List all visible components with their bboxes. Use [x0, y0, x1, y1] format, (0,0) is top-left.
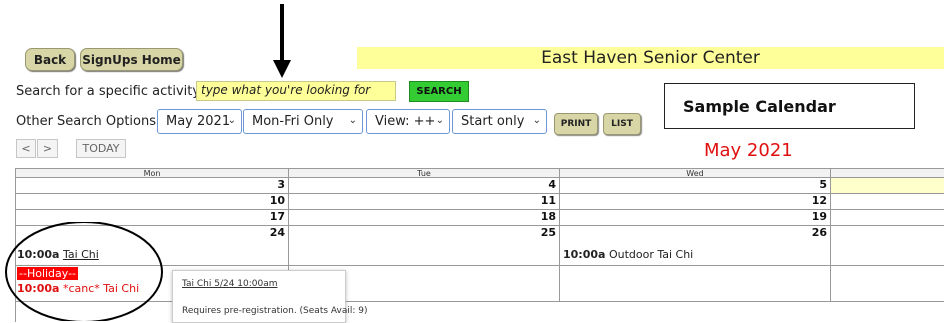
day-cell[interactable]: 5	[560, 178, 831, 194]
chevron-down-icon: ⌄	[532, 115, 541, 126]
today-button[interactable]: TODAY	[76, 139, 126, 158]
day-cell[interactable]	[831, 194, 944, 210]
day-cell[interactable]: 25	[289, 226, 560, 266]
day-cell[interactable]: 18	[289, 210, 560, 226]
event-tooltip: Tai Chi 5/24 10:00am Requires pre-regist…	[172, 270, 368, 323]
day-cell[interactable]: 11	[289, 194, 560, 210]
day-cell[interactable]: 3	[16, 178, 289, 194]
event-outdoor-tai-chi[interactable]: 10:00a Outdoor Tai Chi	[563, 248, 693, 261]
day-cell-today[interactable]	[831, 178, 944, 194]
day-cell[interactable]: 19	[560, 210, 831, 226]
view-select-value: View: ++	[375, 114, 436, 129]
day-cell[interactable]: 12	[560, 194, 831, 210]
print-button[interactable]: PRINT	[554, 113, 598, 135]
sample-calendar-annotation: Sample Calendar	[664, 83, 915, 129]
back-button[interactable]: Back	[25, 48, 75, 71]
header-thu	[831, 169, 944, 178]
header-tue: Tue	[289, 169, 560, 178]
header-wed: Wed	[560, 169, 831, 178]
days-select[interactable]: Mon-Fri Only ⌄	[243, 109, 363, 134]
view-select[interactable]: View: ++ ⌄	[366, 109, 450, 134]
time-select-value: Start only	[461, 114, 525, 129]
search-label: Search for a specific activity:	[16, 84, 204, 99]
time-select[interactable]: Start only ⌄	[452, 109, 547, 134]
month-select[interactable]: May 2021 ⌄	[157, 109, 242, 134]
header-mon: Mon	[16, 169, 289, 178]
event-title[interactable]: Outdoor Tai Chi	[609, 248, 693, 261]
month-select-value: May 2021	[166, 114, 231, 129]
day-cell[interactable]: 4	[289, 178, 560, 194]
day-cell[interactable]: 10	[16, 194, 289, 210]
search-button[interactable]: SEARCH	[409, 81, 469, 102]
tooltip-title[interactable]: Tai Chi 5/24 10:00am	[182, 279, 278, 289]
down-arrow-annotation	[273, 4, 291, 78]
list-button[interactable]: LIST	[603, 113, 641, 135]
month-title: May 2021	[704, 140, 793, 161]
center-name-banner: East Haven Senior Center	[357, 47, 944, 69]
next-month-button[interactable]: >	[37, 139, 58, 158]
day-cell[interactable]	[831, 210, 944, 226]
day-cell[interactable]	[831, 226, 944, 266]
prev-month-button[interactable]: <	[16, 139, 36, 158]
tooltip-body: Requires pre-registration. (Seats Avail:…	[182, 306, 368, 316]
chevron-down-icon: ⌄	[435, 115, 444, 126]
day-cell[interactable]	[831, 266, 944, 302]
event-time: 10:00a	[563, 248, 606, 261]
signups-home-button[interactable]: SignUps Home	[80, 48, 183, 71]
other-options-label: Other Search Options:	[16, 114, 161, 129]
day-cell[interactable]	[560, 266, 831, 302]
chevron-down-icon: ⌄	[348, 115, 357, 126]
search-input[interactable]: type what you're looking for	[196, 81, 396, 101]
days-select-value: Mon-Fri Only	[252, 114, 334, 129]
chevron-down-icon: ⌄	[227, 115, 236, 126]
highlight-circle-annotation	[5, 222, 163, 321]
